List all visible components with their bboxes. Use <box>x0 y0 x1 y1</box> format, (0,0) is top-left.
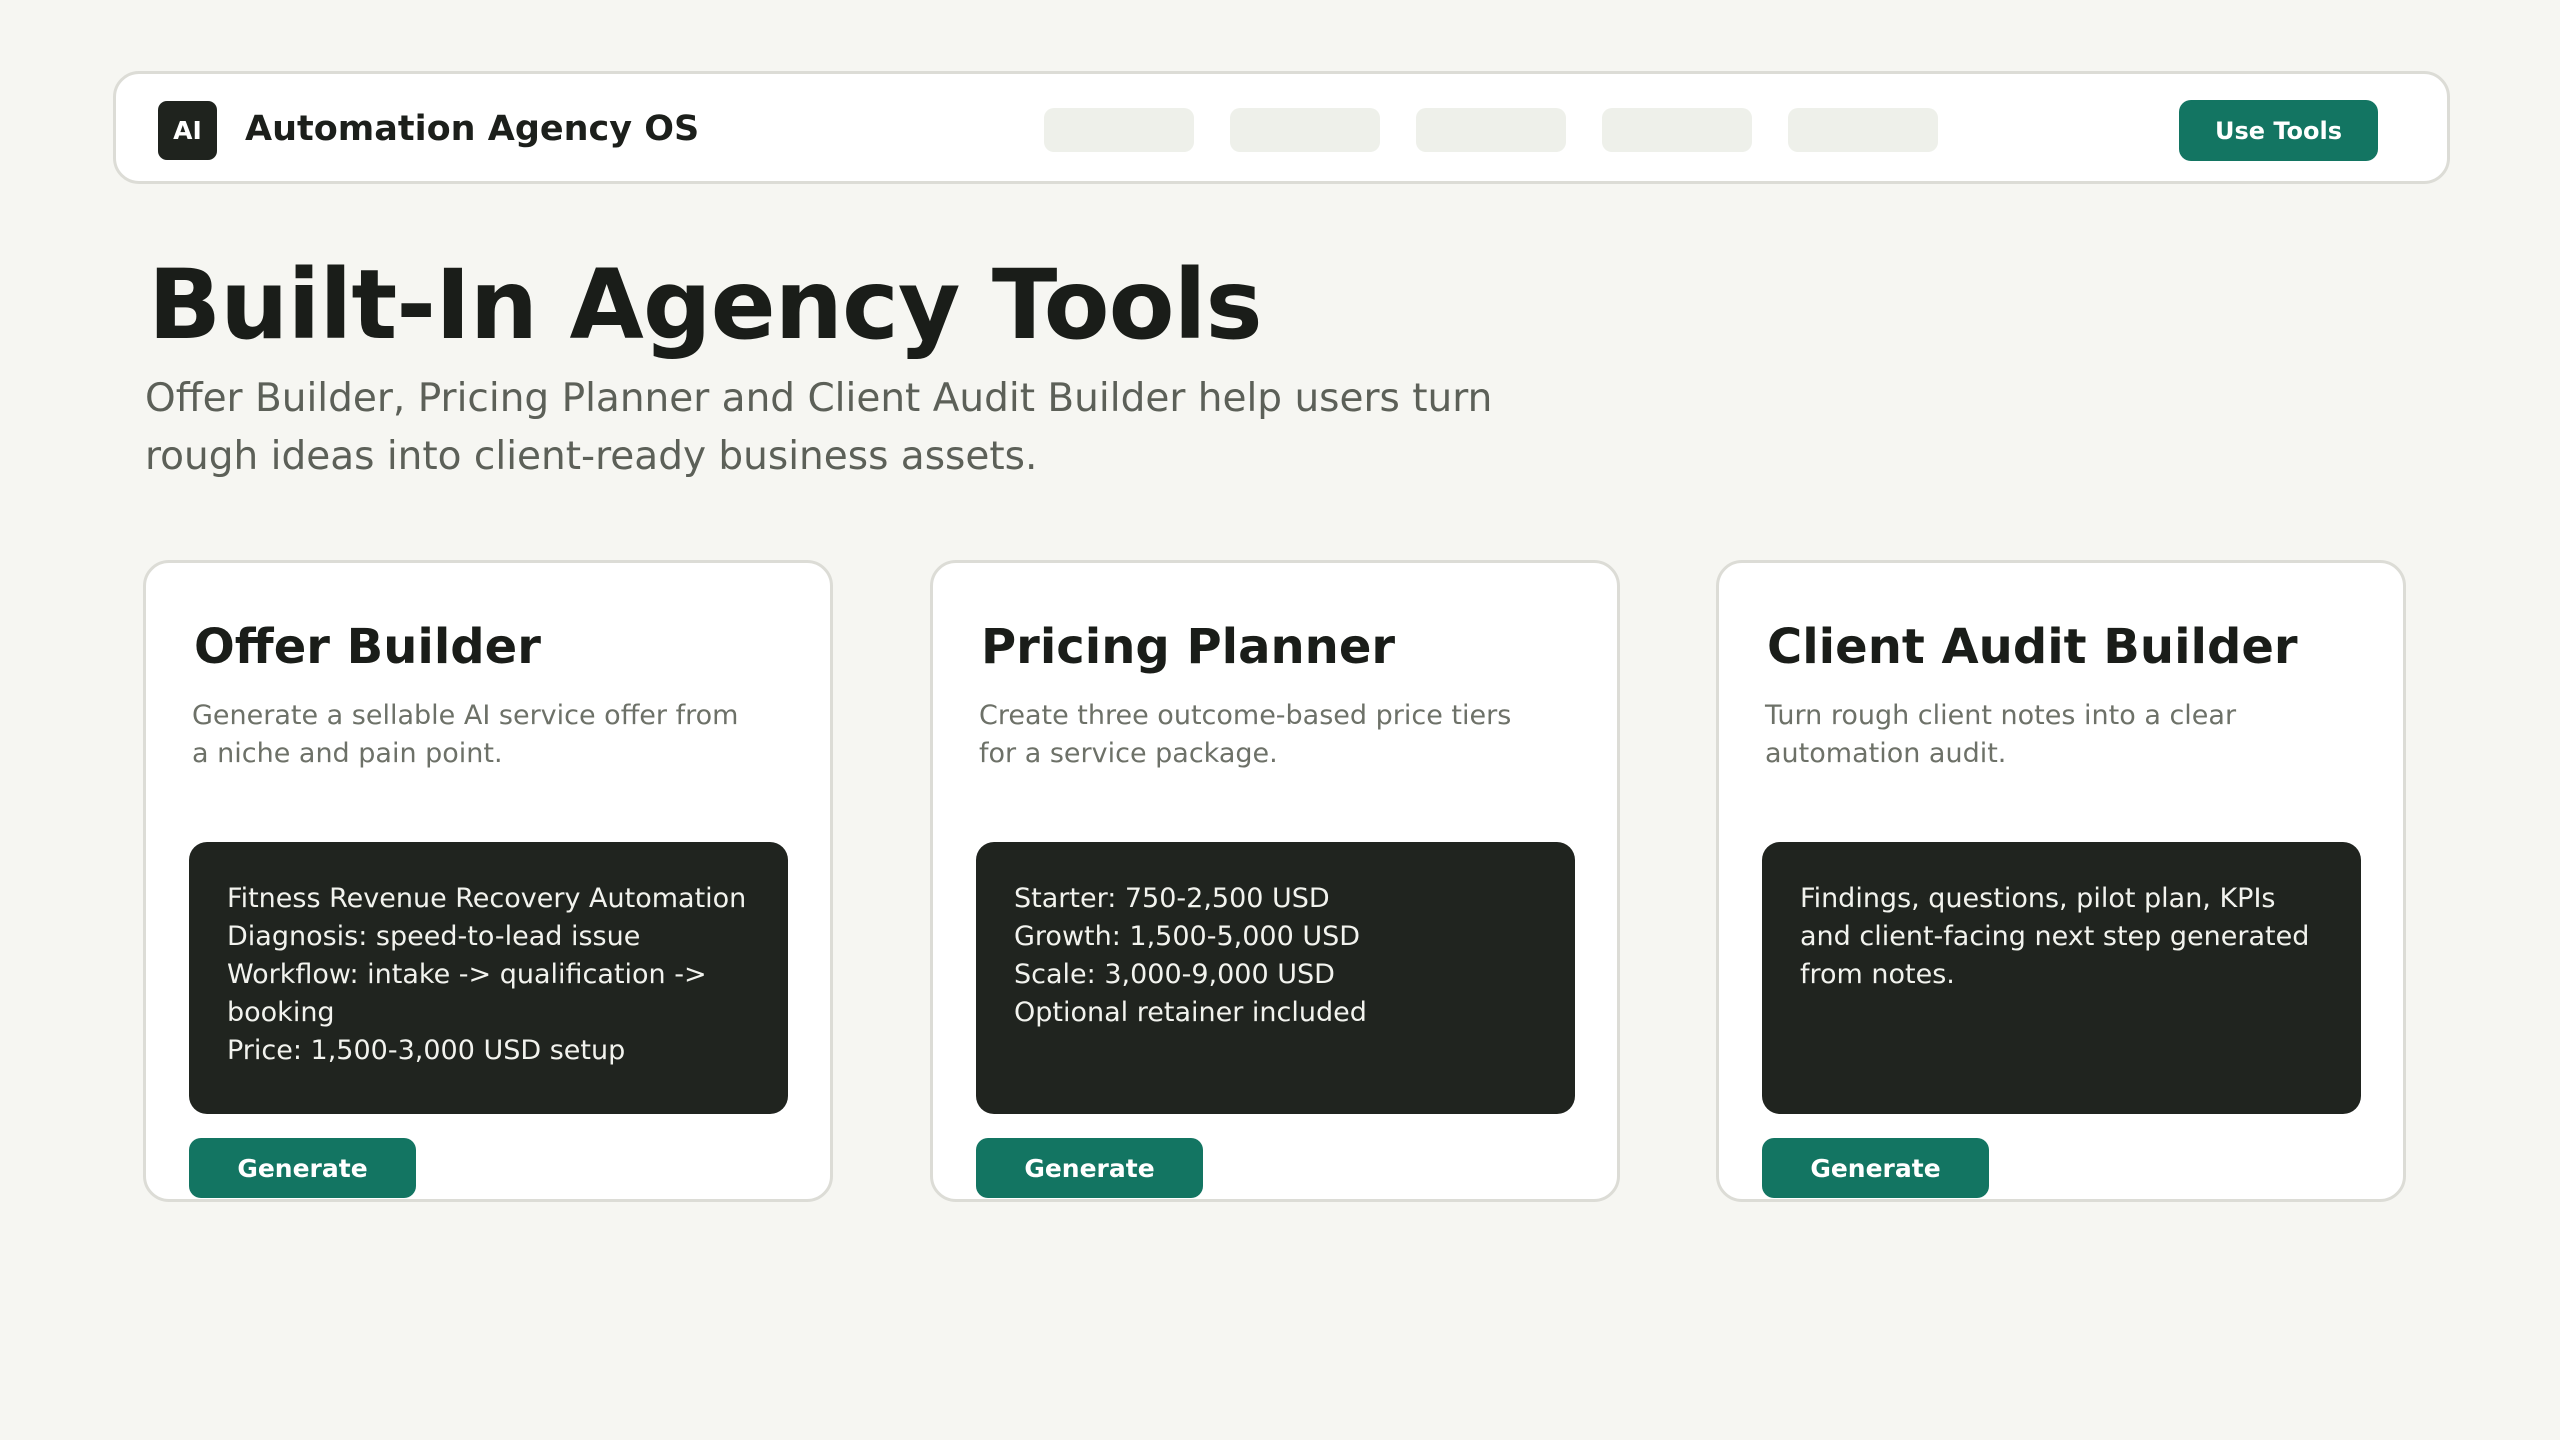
output-line: Diagnosis: speed-to-lead issue <box>227 921 641 952</box>
card-title: Pricing Planner <box>981 619 1396 675</box>
top-navigation-bar: AI Automation Agency OS Use Tools <box>113 71 2450 184</box>
output-line: Scale: 3,000-9,000 USD <box>1014 959 1335 990</box>
card-description: Create three outcome-based price tiers f… <box>979 700 1512 769</box>
generate-button[interactable]: Generate <box>976 1138 1203 1198</box>
output-line: Starter: 750-2,500 USD <box>1014 883 1330 914</box>
output-panel: Starter: 750-2,500 USD Growth: 1,500-5,0… <box>976 842 1575 1114</box>
offer-builder-card: Offer Builder Generate a sellable AI ser… <box>143 560 833 1202</box>
pricing-planner-card: Pricing Planner Create three outcome-bas… <box>930 560 1620 1202</box>
nav-item-placeholder-3[interactable] <box>1416 108 1566 152</box>
nav-item-placeholder-1[interactable] <box>1044 108 1194 152</box>
output-line: Growth: 1,500-5,000 USD <box>1014 921 1361 952</box>
app-logo[interactable]: AI <box>158 101 217 160</box>
nav-item-placeholder-5[interactable] <box>1788 108 1938 152</box>
output-panel: Fitness Revenue Recovery Automation Diag… <box>189 842 788 1114</box>
nav-item-placeholder-2[interactable] <box>1230 108 1380 152</box>
generate-button[interactable]: Generate <box>189 1138 416 1198</box>
nav-item-placeholder-4[interactable] <box>1602 108 1752 152</box>
page-title: Built-In Agency Tools <box>148 249 1263 361</box>
generate-button[interactable]: Generate <box>1762 1138 1989 1198</box>
output-line: Price: 1,500-3,000 USD setup <box>227 1035 626 1066</box>
card-title: Client Audit Builder <box>1767 619 2298 675</box>
output-line: Fitness Revenue Recovery Automation <box>227 883 747 914</box>
use-tools-button[interactable]: Use Tools <box>2179 100 2378 161</box>
card-title: Offer Builder <box>194 619 541 675</box>
output-line: Optional retainer included <box>1014 997 1367 1028</box>
output-line: Workflow: intake -> qualification -> boo… <box>227 959 707 1028</box>
client-audit-builder-card: Client Audit Builder Turn rough client n… <box>1716 560 2406 1202</box>
card-description: Turn rough client notes into a clear aut… <box>1765 700 2237 769</box>
card-description: Generate a sellable AI service offer fro… <box>192 700 739 769</box>
app-title: Automation Agency OS <box>245 109 700 149</box>
page-subtitle: Offer Builder, Pricing Planner and Clien… <box>145 376 1493 479</box>
output-line: Findings, questions, pilot plan, KPIs an… <box>1800 883 2310 990</box>
output-panel: Findings, questions, pilot plan, KPIs an… <box>1762 842 2361 1114</box>
